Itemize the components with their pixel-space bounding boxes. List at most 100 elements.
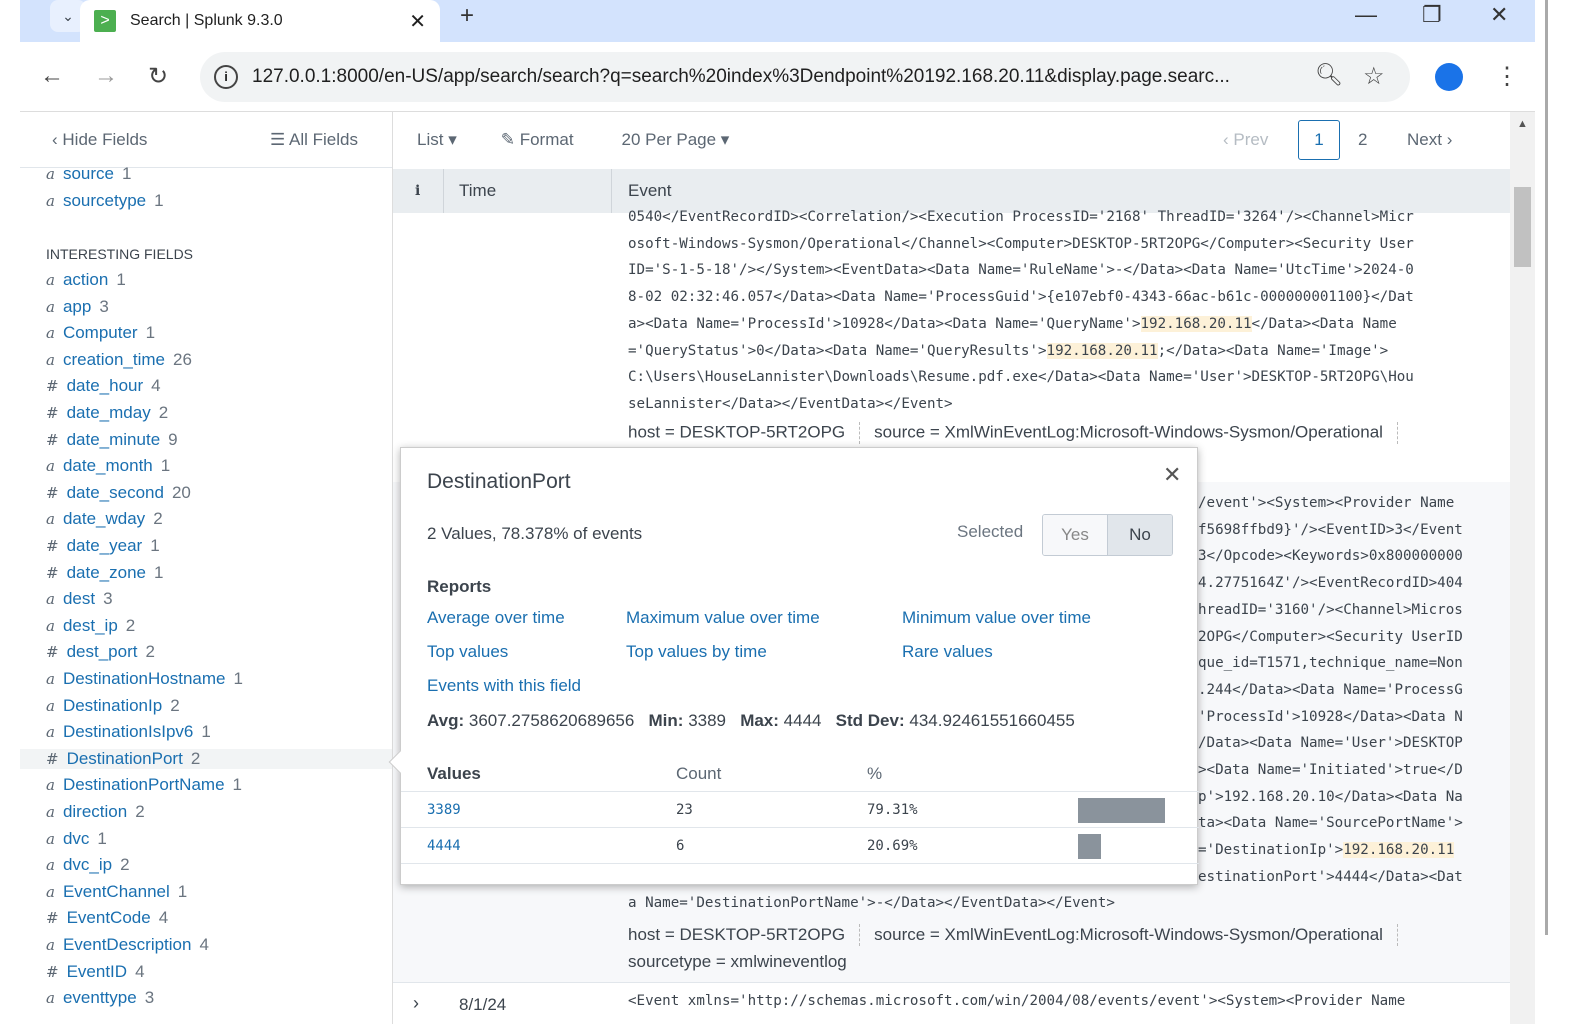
sourcetype-field[interactable]: sourcetype = xmlwineventlog (628, 952, 847, 971)
bookmark-star-icon[interactable]: ☆ (1363, 62, 1385, 91)
field-name: EventChannel (62, 881, 170, 901)
field-name: DestinationIsIpv6 (62, 722, 194, 742)
field-count: 1 (201, 722, 211, 742)
value-link[interactable]: 3389 (427, 802, 461, 818)
close-window-button[interactable]: ✕ (1490, 2, 1508, 28)
list-view-dropdown[interactable]: List ▾ (417, 130, 457, 150)
source-field[interactable]: source = XmlWinEventLog:Microsoft-Window… (874, 925, 1383, 944)
field-type-icon: a (46, 803, 55, 821)
url-field[interactable]: i 127.0.0.1:8000/en-US/app/search/search… (200, 52, 1410, 102)
event-column-header[interactable]: Event (628, 181, 671, 201)
format-button[interactable]: ✎ Format (501, 130, 574, 150)
next-page-button[interactable]: Next › (1407, 130, 1452, 150)
expand-event-icon[interactable]: › (413, 993, 419, 1014)
site-info-icon[interactable]: i (214, 65, 238, 89)
event-line: osoft-Windows-Sysmon/Operational</Channe… (628, 231, 1414, 258)
field-sourcetype[interactable]: a sourcetype 1 (46, 191, 164, 211)
forward-icon[interactable]: → (94, 62, 118, 90)
field-eventdescription[interactable]: a EventDescription 4 (46, 935, 209, 955)
back-icon[interactable]: ← (40, 62, 64, 90)
field-date-wday[interactable]: a date_wday 2 (46, 509, 163, 529)
per-page-label: 20 Per Page (621, 130, 717, 149)
event-line: 0540</EventRecordID><Correlation/><Execu… (628, 204, 1414, 231)
report-maximum-over-time[interactable]: Maximum value over time (626, 608, 820, 628)
report-minimum-over-time[interactable]: Minimum value over time (902, 608, 1091, 628)
value-link[interactable]: 4444 (427, 838, 461, 854)
selected-yes-button[interactable]: Yes (1043, 515, 1108, 555)
report-events-with-field[interactable]: Events with this field (427, 676, 581, 696)
field-name: Computer (62, 323, 138, 343)
field-date-minute[interactable]: # date_minute 9 (46, 430, 178, 450)
value-row[interactable]: 4444 6 20.69% (401, 827, 1199, 863)
browser-tab[interactable]: > Search | Splunk 9.3.0 ✕ (80, 0, 440, 42)
field-dvc[interactable]: a dvc 1 (46, 829, 107, 849)
host-field[interactable]: host = DESKTOP-5RT2OPG (628, 925, 845, 944)
field-action[interactable]: a action 1 (46, 270, 126, 290)
format-label: Format (519, 130, 574, 149)
field-eventchannel[interactable]: a EventChannel 1 (46, 882, 187, 902)
field-type-icon: a (46, 856, 55, 875)
value-count: 6 (676, 838, 685, 854)
field-destinationhostname[interactable]: a DestinationHostname 1 (46, 669, 243, 689)
close-icon[interactable]: ✕ (1163, 462, 1181, 488)
value-row[interactable]: 3389 23 79.31% (401, 791, 1199, 827)
reports-heading: Reports (427, 577, 492, 596)
field-destinationport[interactable]: # DestinationPort 2 (20, 748, 392, 769)
per-page-dropdown[interactable]: 20 Per Page ▾ (622, 130, 730, 150)
field-dest-ip[interactable]: a dest_ip 2 (46, 616, 135, 636)
field-app[interactable]: a app 3 (46, 297, 109, 317)
field-type-icon: # (46, 483, 59, 502)
field-source[interactable]: a source 1 (46, 164, 131, 184)
page-1-button[interactable]: 1 (1298, 120, 1340, 160)
hide-fields-button[interactable]: ‹ Hide Fields (52, 130, 147, 150)
field-date-zone[interactable]: # date_zone 1 (46, 563, 163, 583)
new-tab-button[interactable]: + (460, 2, 474, 30)
tab-title: Search | Splunk 9.3.0 (130, 12, 283, 29)
selected-no-button[interactable]: No (1108, 515, 1172, 555)
field-name: sourcetype (62, 190, 147, 210)
profile-avatar[interactable] (1435, 63, 1463, 91)
event-line: .244</Data><Data Name='ProcessG (1198, 677, 1463, 704)
report-top-values[interactable]: Top values (427, 642, 508, 662)
report-top-values-by-time[interactable]: Top values by time (626, 642, 767, 662)
field-creation-time[interactable]: a creation_time 26 (46, 350, 192, 370)
close-tab-icon[interactable]: ✕ (409, 9, 426, 34)
field-date-hour[interactable]: # date_hour 4 (46, 376, 161, 396)
field-date-month[interactable]: a date_month 1 (46, 456, 170, 476)
value-percent-bar (1078, 798, 1166, 823)
report-rare-values[interactable]: Rare values (902, 642, 993, 662)
field-computer[interactable]: a Computer 1 (46, 323, 155, 343)
event-text: ='QueryStatus'>0</Data><Data Name='Query… (628, 342, 1047, 359)
minimize-button[interactable]: — (1355, 2, 1377, 28)
scrollbar[interactable]: ▲ (1510, 112, 1535, 1024)
prev-page-button[interactable]: ‹ Prev (1223, 130, 1268, 150)
field-destinationisipv6[interactable]: a DestinationIsIpv6 1 (46, 722, 211, 742)
field-direction[interactable]: a direction 2 (46, 802, 145, 822)
field-date-mday[interactable]: # date_mday 2 (46, 403, 168, 423)
field-date-year[interactable]: # date_year 1 (46, 536, 160, 556)
all-fields-button[interactable]: ☰ All Fields (270, 130, 358, 150)
field-eventcode[interactable]: # EventCode 4 (46, 908, 168, 928)
scrollbar-thumb[interactable] (1514, 187, 1531, 267)
field-dest[interactable]: a dest 3 (46, 589, 113, 609)
field-destinationportname[interactable]: a DestinationPortName 1 (46, 775, 242, 795)
field-eventid[interactable]: # EventID 4 (46, 962, 145, 982)
restore-button[interactable]: ❐ (1422, 2, 1442, 28)
zoom-icon[interactable]: 🔍︎ (1315, 62, 1343, 88)
menu-icon[interactable]: ⋮ (1495, 62, 1519, 91)
field-dest-port[interactable]: # dest_port 2 (46, 642, 155, 662)
source-field[interactable]: source = XmlWinEventLog:Microsoft-Window… (874, 422, 1383, 441)
field-destinationip[interactable]: a DestinationIp 2 (46, 696, 180, 716)
field-type-icon: a (46, 723, 55, 742)
field-date-second[interactable]: # date_second 20 (46, 483, 191, 503)
page-2-button[interactable]: 2 (1358, 130, 1367, 150)
field-count: 9 (168, 429, 178, 449)
time-column-header[interactable]: Time (459, 181, 496, 201)
field-eventtype[interactable]: a eventtype 3 (46, 988, 154, 1008)
field-count: 3 (144, 988, 155, 1008)
field-dvc-ip[interactable]: a dvc_ip 2 (46, 855, 130, 875)
report-average-over-time[interactable]: Average over time (427, 608, 565, 628)
reload-icon[interactable]: ↻ (148, 62, 168, 91)
field-count: 1 (160, 456, 171, 476)
host-field[interactable]: host = DESKTOP-5RT2OPG (628, 422, 845, 441)
